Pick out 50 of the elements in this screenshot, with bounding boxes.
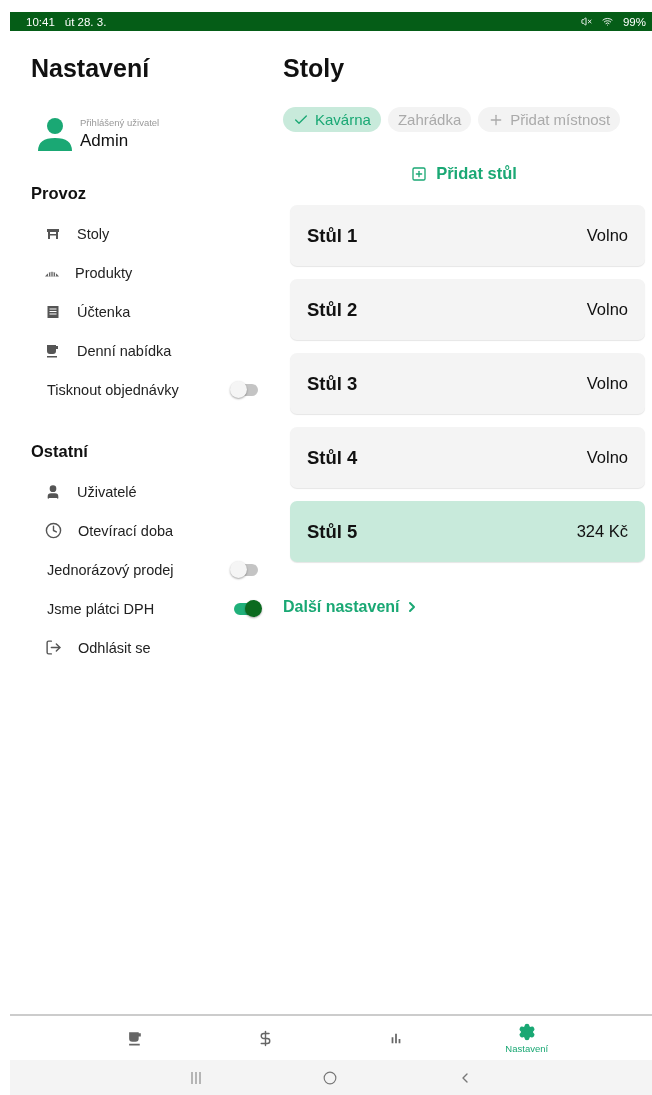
- section-title: Ostatní: [31, 442, 89, 462]
- table-status: Volno: [586, 448, 628, 467]
- cup-icon: [45, 342, 61, 359]
- table-name: Stůl 4: [307, 446, 358, 469]
- receipt-icon: [45, 303, 61, 320]
- toggle-label: Jednorázový prodej: [47, 561, 175, 578]
- user-caption: Přihlášený uživatel: [80, 117, 160, 128]
- menu-item[interactable]: Otevírací doba: [78, 522, 275, 539]
- mute-icon: [580, 16, 592, 27]
- table-card[interactable]: Stůl 2 Volno: [290, 279, 645, 340]
- clock-icon: [45, 522, 62, 539]
- recent-apps-icon: [189, 1070, 203, 1085]
- home-icon: [323, 1070, 337, 1085]
- avatar-icon: [38, 118, 72, 151]
- table-name: Stůl 1: [307, 224, 358, 247]
- menu-item[interactable]: Stoly: [77, 225, 275, 242]
- page-title: Stoly: [283, 53, 346, 84]
- section-title: Provoz: [31, 184, 87, 204]
- user-name: Admin: [80, 131, 130, 151]
- wifi-icon: [601, 16, 613, 27]
- settings-title: Nastavení: [31, 53, 151, 84]
- menu-item[interactable]: Odhlásit se: [78, 639, 275, 656]
- table-status: Volno: [586, 374, 628, 393]
- table-name: Stůl 5: [307, 520, 358, 543]
- table-status: 324 Kč: [576, 522, 628, 541]
- table-status: Volno: [586, 300, 628, 319]
- status-date: út 28. 3.: [64, 15, 107, 28]
- menu-item[interactable]: Účtenka: [77, 303, 275, 320]
- menu-item[interactable]: Denní nabídka: [77, 342, 275, 359]
- table-name: Stůl 3: [307, 372, 358, 395]
- status-time: 10:41: [26, 15, 55, 28]
- logout-icon: [45, 639, 62, 656]
- table-card[interactable]: Stůl 3 Volno: [290, 353, 645, 414]
- recent-apps-button[interactable]: [189, 1070, 203, 1085]
- table-card[interactable]: Stůl 4 Volno: [290, 427, 645, 488]
- table-name: Stůl 2: [307, 298, 358, 321]
- home-button[interactable]: [323, 1070, 337, 1085]
- table-card[interactable]: Stůl 1 Volno: [290, 205, 645, 266]
- toggle-label: Jsme plátci DPH: [47, 600, 156, 617]
- table-card[interactable]: Stůl 5 324 Kč: [290, 501, 645, 562]
- user-icon: [45, 483, 61, 500]
- toggle-label: Tisknout objednávky: [47, 381, 180, 398]
- table-status: Volno: [586, 226, 628, 245]
- battery-level: 99%: [622, 15, 646, 28]
- cup-icon: [126, 1029, 144, 1047]
- menu-item[interactable]: Uživatelé: [77, 483, 275, 500]
- menu-item[interactable]: Produkty: [75, 264, 275, 281]
- food-icon: [45, 268, 59, 277]
- settings-icon: [517, 1022, 536, 1041]
- add-square-icon: [411, 165, 428, 182]
